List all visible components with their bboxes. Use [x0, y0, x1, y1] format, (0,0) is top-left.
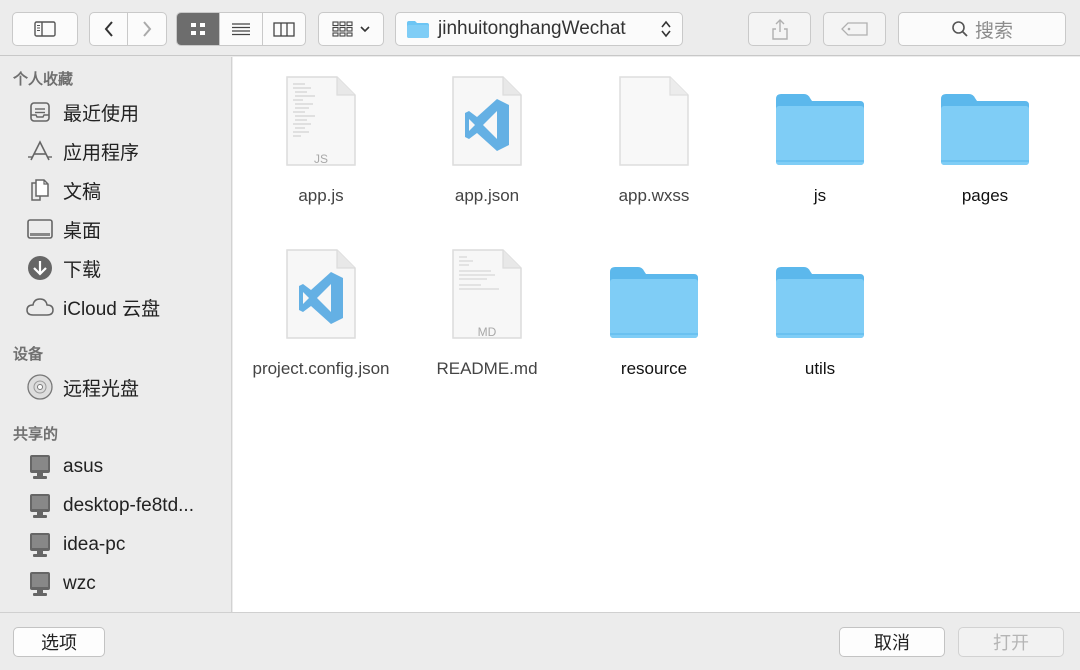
tag-button[interactable] [823, 12, 886, 46]
cancel-button[interactable]: 取消 [839, 627, 945, 657]
folder-name: utils [804, 359, 836, 378]
file-item-app-js[interactable]: JS app.js [241, 67, 401, 217]
nav-buttons [89, 12, 167, 46]
sidebar-toggle-button[interactable] [12, 12, 78, 46]
file-name: app.js [298, 186, 344, 205]
list-icon [232, 23, 250, 36]
sidebar-item-desktop[interactable]: 桌面 [26, 213, 226, 245]
computer-icon [30, 494, 50, 518]
folder-icon [941, 94, 1029, 165]
sidebar-item-desktop-fe8td[interactable]: desktop-fe8td... [26, 490, 226, 522]
folder-item-resource[interactable]: resource [574, 240, 734, 390]
chevron-left-icon [104, 21, 113, 37]
sidebar-item-idea-pc[interactable]: idea-pc [26, 529, 226, 561]
computer-icon [30, 533, 50, 557]
updown-chevron-icon [661, 20, 671, 38]
path-popup[interactable]: jinhuitonghangWechat [395, 12, 683, 46]
sidebar-section-devices: 设备 [13, 346, 44, 363]
search-placeholder: 搜索 [974, 20, 1013, 42]
toolbar: jinhuitonghangWechat 搜索 [0, 0, 1080, 56]
disc-icon [27, 374, 53, 400]
file-name: project.config.json [252, 359, 390, 378]
sidebar-item-applications[interactable]: 应用程序 [26, 135, 226, 167]
sidebar-item-wzc[interactable]: wzc [26, 568, 226, 600]
folder-item-utils[interactable]: utils [740, 240, 900, 390]
tag-icon [840, 22, 868, 36]
file-item-project-config-json[interactable]: project.config.json [241, 240, 401, 400]
sidebar-item-label: wzc [63, 573, 96, 594]
folder-icon [776, 94, 864, 165]
chevron-down-icon [359, 26, 370, 33]
applications-icon [28, 140, 52, 161]
sidebar-item-recents[interactable]: 最近使用 [26, 96, 226, 128]
share-icon [771, 19, 788, 40]
view-mode-control [176, 12, 306, 46]
folder-item-js[interactable]: js [740, 67, 900, 217]
recents-icon [30, 102, 50, 122]
arrange-button[interactable] [318, 12, 384, 46]
folder-item-pages[interactable]: pages [905, 67, 1065, 217]
sidebar-item-icloud[interactable]: iCloud 云盘 [26, 291, 226, 323]
icon-grid-icon [191, 23, 206, 35]
file-name: README.md [436, 359, 538, 378]
file-badge: JS [313, 152, 328, 166]
computer-icon [30, 572, 50, 596]
arrange-grid-icon [331, 21, 353, 37]
share-button[interactable] [748, 12, 811, 46]
desktop-icon [27, 219, 53, 239]
sidebar: 个人收藏 最近使用 应用程序 文稿 桌面 下载 iCloud 云盘 设备 远程光… [0, 57, 232, 612]
file-name: app.wxss [618, 186, 690, 205]
cloud-icon [26, 298, 54, 316]
vscode-file-icon [452, 76, 522, 166]
icon-view-button[interactable] [177, 13, 221, 45]
vscode-file-icon [286, 249, 356, 339]
folder-name: js [813, 186, 827, 205]
folder-icon [776, 267, 864, 338]
path-label: jinhuitonghangWechat [438, 18, 626, 39]
folder-name: resource [620, 359, 688, 378]
chevron-right-icon [143, 21, 152, 37]
computer-icon [30, 455, 50, 479]
sidebar-item-label: 最近使用 [63, 103, 140, 125]
back-button[interactable] [90, 13, 129, 45]
file-item-readme-md[interactable]: MD README.md [407, 240, 567, 390]
sidebar-item-label: 桌面 [63, 220, 102, 242]
sidebar-toggle-icon [34, 21, 56, 37]
sidebar-item-downloads[interactable]: 下载 [26, 252, 226, 284]
folder-name: pages [961, 186, 1009, 205]
column-view-button[interactable] [263, 13, 305, 45]
folder-icon [610, 267, 698, 338]
sidebar-item-label: 下载 [63, 259, 102, 281]
folder-icon [407, 21, 429, 38]
options-button[interactable]: 选项 [13, 627, 105, 657]
sidebar-item-label: 文稿 [63, 181, 102, 203]
sidebar-section-favorites: 个人收藏 [13, 71, 74, 88]
documents-icon [31, 179, 49, 201]
columns-icon [273, 21, 295, 37]
forward-button[interactable] [128, 13, 166, 45]
search-icon [952, 21, 968, 37]
file-name: app.json [454, 186, 520, 205]
open-button[interactable]: 打开 [958, 627, 1064, 657]
file-browser: JS app.js app.json app.wxss js pages pro… [233, 57, 1080, 612]
sidebar-item-label: idea-pc [63, 534, 126, 555]
sidebar-item-asus[interactable]: asus [26, 451, 226, 483]
blank-file-icon [619, 76, 689, 166]
bottom-bar: 选项 取消 打开 [0, 612, 1080, 670]
downloads-icon [28, 256, 52, 280]
file-item-app-json[interactable]: app.json [407, 67, 567, 217]
sidebar-item-label: 远程光盘 [63, 378, 140, 400]
sidebar-item-label: iCloud 云盘 [63, 298, 161, 320]
sidebar-item-remote-disc[interactable]: 远程光盘 [26, 371, 226, 403]
file-badge: MD [477, 325, 497, 339]
file-item-app-wxss[interactable]: app.wxss [574, 67, 734, 217]
sidebar-item-documents[interactable]: 文稿 [26, 174, 226, 206]
sidebar-item-label: asus [63, 456, 104, 477]
sidebar-item-label: 应用程序 [63, 142, 140, 164]
sidebar-item-label: desktop-fe8td... [63, 495, 194, 516]
list-view-button[interactable] [220, 13, 263, 45]
search-field[interactable]: 搜索 [898, 12, 1066, 46]
sidebar-section-shared: 共享的 [13, 426, 59, 443]
